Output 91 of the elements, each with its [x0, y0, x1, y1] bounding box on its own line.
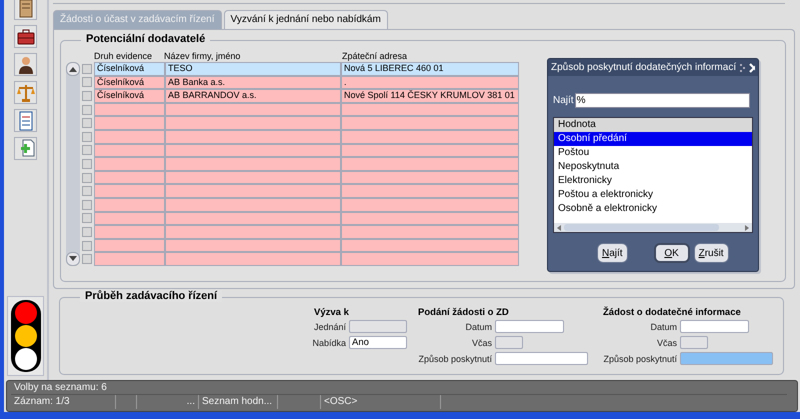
column-header: Druh evidence [94, 52, 154, 61]
list-item[interactable]: Elektronicky [554, 174, 752, 188]
row-checkbox[interactable] [82, 132, 92, 142]
traffic-light-icon [10, 300, 40, 372]
column-header: Název firmy, jméno [164, 52, 242, 61]
table-cell [94, 170, 165, 184]
row-checkbox[interactable] [82, 158, 92, 169]
field-label: Způsob poskytnutí [418, 354, 493, 364]
table-cell [94, 157, 165, 171]
row-checkbox[interactable] [82, 172, 92, 183]
field-label: Včas [656, 338, 678, 348]
resize-icon[interactable] [740, 64, 745, 72]
close-icon[interactable] [748, 62, 755, 72]
add-document-icon[interactable] [14, 137, 37, 160]
scroll-left-icon[interactable] [556, 224, 562, 230]
tab[interactable]: Vyzvání k jednání nebo nabídkám [224, 10, 388, 29]
table-cell: TESO [165, 62, 341, 76]
dialog-button[interactable]: OK [654, 243, 690, 263]
input-field[interactable]: Ano [349, 336, 407, 349]
document-icon[interactable] [14, 109, 37, 132]
section-title: Potenciální dodavatelé [81, 33, 210, 45]
group-heading: Žádost o dodatečné informace [603, 307, 742, 317]
row-checkbox[interactable] [82, 200, 92, 210]
list-item[interactable]: Osobní předání [554, 132, 752, 146]
scroll-up-icon[interactable] [66, 62, 80, 76]
dialog-button[interactable]: Najít [597, 243, 628, 263]
input-field[interactable] [495, 352, 588, 365]
group-heading: Podání žádosti o ZD [418, 307, 510, 317]
toolbox-icon[interactable] [14, 25, 37, 48]
table-cell [94, 225, 165, 239]
scroll-right-icon[interactable] [744, 224, 750, 230]
table-cell [94, 252, 165, 266]
list-item[interactable]: Poštou a elektronicky [554, 188, 752, 202]
field-label: Včas [470, 338, 493, 348]
table-cell: Nové Spolí 114 ČESKY KRUMLOV 381 01 [341, 89, 519, 103]
row-checkbox[interactable] [82, 240, 92, 251]
table-cell [94, 144, 165, 158]
row-checkbox[interactable] [82, 226, 92, 237]
table-cell: AB BARRANDOV a.s. [165, 89, 341, 103]
status-segment: Záznam: 1/3 [11, 395, 116, 409]
dialog-button[interactable]: Zrušit [694, 243, 729, 263]
table-cell: Číselníková [94, 76, 165, 90]
column-header: Hodnota [554, 118, 752, 132]
row-checkbox[interactable] [82, 104, 92, 115]
row-checkbox[interactable] [82, 118, 92, 128]
field-label: Datum [464, 322, 493, 332]
field-label: Jednání [312, 322, 347, 332]
dialog-title: Způsob poskytnutí dodatečných informací [551, 62, 736, 73]
notebook-icon[interactable] [14, 0, 37, 20]
section-title: Průběh zadávacího řízení [80, 290, 222, 302]
row-checkbox[interactable] [82, 254, 92, 264]
table-cell [94, 184, 165, 198]
scrollbar[interactable] [66, 62, 80, 266]
table-cell: Číselníková [94, 62, 165, 76]
status-segment: Seznam hodn... [199, 395, 278, 409]
row-checkbox[interactable] [82, 145, 92, 156]
person-icon[interactable] [14, 53, 37, 76]
status-segment: ... [137, 395, 199, 409]
table-cell [94, 238, 165, 252]
table-cell: . [341, 76, 519, 90]
list-item[interactable]: Neposkytnuta [554, 160, 752, 174]
list-item[interactable]: Poštou [554, 146, 752, 160]
table-cell: Číselníková [94, 89, 165, 103]
table-cell [94, 116, 165, 130]
find-field[interactable]: % [574, 93, 750, 108]
field-label: Nabídka [311, 338, 347, 348]
table-cell [94, 198, 165, 212]
field-label: Způsob poskytnutí [603, 354, 678, 364]
row-checkbox[interactable] [82, 213, 92, 224]
list-item[interactable]: Osobně a elektronicky [554, 202, 752, 216]
field-label: Najít [553, 95, 574, 106]
table-cell: Nová 5 LIBEREC 460 01 [341, 62, 519, 76]
scales-icon[interactable] [14, 81, 37, 104]
input-field[interactable] [680, 352, 773, 365]
status-segment: <OSC> [321, 395, 441, 409]
scrollbar[interactable] [554, 223, 752, 232]
scroll-down-icon[interactable] [66, 252, 80, 266]
input-field[interactable] [680, 320, 749, 333]
field-label: Datum [649, 322, 678, 332]
group-heading: Výzva k [313, 307, 350, 317]
row-checkbox[interactable] [82, 186, 92, 196]
column-header: Zpáteční adresa [342, 52, 408, 61]
row-checkbox[interactable] [82, 77, 92, 88]
input-field[interactable] [495, 320, 564, 333]
table-cell [94, 102, 165, 116]
row-checkbox[interactable] [82, 64, 92, 74]
status-message: Volby na seznamu: 6 [14, 382, 107, 393]
table-cell [94, 130, 165, 144]
table-cell: AB Banka a.s. [165, 76, 341, 90]
row-checkbox[interactable] [82, 90, 92, 101]
table-cell [94, 212, 165, 226]
